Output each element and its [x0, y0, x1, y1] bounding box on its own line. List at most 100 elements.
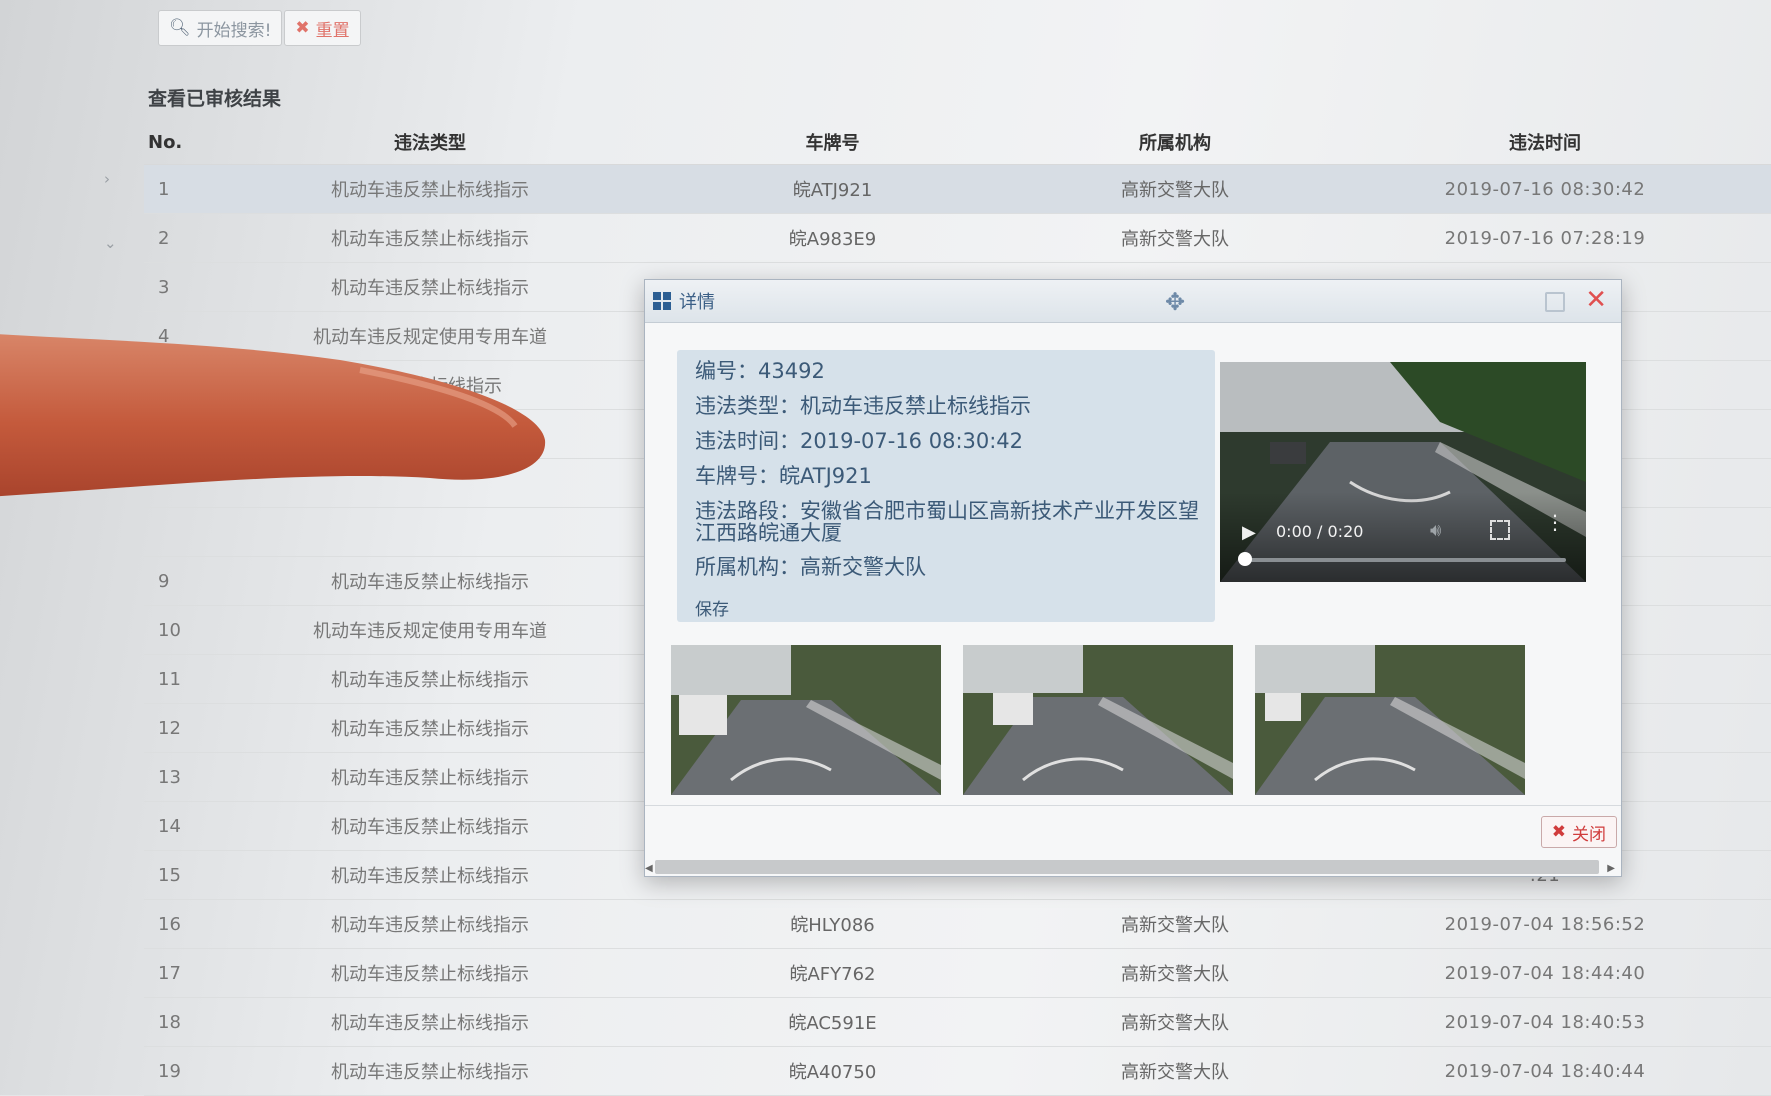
table-row[interactable]: 16 机动车违反禁止标线指示 皖HLY086 高新交警大队 2019-07-04 18:…: [144, 900, 1771, 949]
cell-org: 高新交警大队: [1121, 1062, 1229, 1083]
cell-type: 机动车违反禁止标线指示: [331, 1013, 529, 1034]
fullscreen-icon[interactable]: [1490, 520, 1510, 540]
scroll-right-icon[interactable]: ▶: [1607, 863, 1615, 874]
play-icon[interactable]: ▶: [1242, 522, 1256, 543]
cell-time: 2019-07-16 08:30:42: [1444, 178, 1646, 200]
cell-no: 19: [158, 1060, 181, 1082]
cell-no: 12: [158, 717, 181, 739]
cell-type: 机动车违反禁止标线指示: [331, 180, 529, 201]
cell-org: 高新交警大队: [1121, 1013, 1229, 1034]
close-button-label: 关闭: [1572, 824, 1606, 845]
cell-type: 机动车违反禁止标线指示: [331, 719, 529, 740]
info-plate: 车牌号：皖ATJ921: [695, 464, 872, 488]
table-row[interactable]: 18 机动车违反禁止标线指示 皖AC591E 高新交警大队 2019-07-04 18:…: [144, 998, 1771, 1047]
cell-type: 机动车违反禁止标线指示: [331, 768, 529, 789]
chevron-down-icon[interactable]: ⌄: [104, 234, 117, 252]
more-icon[interactable]: ⋮: [1545, 512, 1565, 532]
dialog-title: 详情: [645, 288, 715, 314]
maximize-icon[interactable]: [1545, 292, 1565, 312]
search-button[interactable]: 🔍︎ 开始搜索!: [158, 10, 283, 46]
reset-icon: ✖: [295, 18, 310, 38]
header-plate[interactable]: 车牌号: [650, 129, 1015, 155]
cell-plate: 皖A983E9: [788, 229, 877, 250]
cell-no: 9: [158, 570, 170, 592]
cell-plate: 皖A40750: [788, 1062, 877, 1083]
cell-plate: 皖ATJ921: [792, 180, 873, 201]
cell-no: 10: [158, 619, 181, 641]
cell-time: 2019-07-04 18:40:44: [1444, 1060, 1646, 1082]
reset-button[interactable]: ✖ 重置: [284, 10, 361, 46]
tree-toggle-marks: › ⌄: [104, 170, 117, 252]
table-row[interactable]: 2 机动车违反禁止标线指示 皖A983E9 高新交警大队 2019-07-16 07:2…: [144, 214, 1771, 263]
header-type[interactable]: 违法类型: [210, 129, 650, 155]
video-time: 0:00 / 0:20: [1276, 522, 1364, 541]
cell-type: 机动车违反规定使用专用车道: [313, 621, 547, 642]
violation-info-panel: 编号：43492 违法类型：机动车违反禁止标线指示 违法时间：2019-07-1…: [677, 350, 1215, 622]
toolbar: 🔍︎ 开始搜索! ✖ 重置: [158, 10, 361, 46]
video-controls: [1220, 492, 1586, 582]
table-header: No. 违法类型 车牌号 所属机构 违法时间: [144, 120, 1771, 165]
chevron-right-icon[interactable]: ›: [104, 170, 117, 188]
evidence-photo-1[interactable]: [671, 645, 941, 795]
cell-no: 11: [158, 668, 181, 690]
cell-plate: 皖AFY762: [789, 964, 876, 985]
cell-time: 2019-07-04 18:44:40: [1444, 962, 1646, 984]
cell-no: 14: [158, 815, 181, 837]
header-no[interactable]: No.: [144, 132, 210, 153]
reset-button-label: 重置: [315, 20, 350, 41]
dialog-header[interactable]: 详情 ✥ ✕: [645, 280, 1621, 323]
close-button-icon: ✖: [1551, 822, 1566, 842]
detail-dialog: 详情 ✥ ✕ 编号：43492 违法类型：机动车违反禁止标线指示 违法时间：20…: [644, 279, 1622, 877]
cell-type: 机动车违反禁止标线指示: [331, 915, 529, 936]
cell-no: 4: [158, 325, 170, 347]
seek-bar[interactable]: [1242, 558, 1566, 562]
cell-no: 3: [158, 276, 170, 298]
move-icon[interactable]: ✥: [1165, 288, 1185, 316]
table-row[interactable]: 1 机动车违反禁止标线指示 皖ATJ921 高新交警大队 2019-07-16 08:3…: [144, 165, 1771, 214]
dialog-footer: ✖ 关闭 ◀ ▶: [645, 805, 1621, 876]
cell-time: 2019-07-04 18:40:53: [1444, 1011, 1646, 1033]
info-org: 所属机构：高新交警大队: [695, 555, 926, 579]
cell-no: 2: [158, 227, 170, 249]
cell-plate: 皖HLY086: [790, 915, 875, 936]
save-link[interactable]: 保存: [677, 595, 1215, 620]
grid-icon: [653, 292, 671, 310]
search-icon: 🔍︎: [169, 18, 191, 38]
horizontal-scrollbar[interactable]: [655, 860, 1599, 874]
close-button[interactable]: ✖ 关闭: [1540, 816, 1617, 848]
cell-no: 16: [158, 913, 181, 935]
seek-handle[interactable]: [1238, 552, 1252, 566]
cell-type: 机动车违反禁止标线指示: [331, 278, 529, 299]
volume-icon[interactable]: 🔊︎: [1430, 520, 1441, 541]
cell-no: 1: [158, 178, 170, 200]
cell-type: 机动车违反禁止标线指示: [331, 670, 529, 691]
search-button-label: 开始搜索!: [196, 20, 272, 41]
table-row[interactable]: 19 机动车违反禁止标线指示 皖A40750 高新交警大队 2019-07-04 18:…: [144, 1047, 1771, 1096]
cell-time: 2019-07-16 07:28:19: [1444, 227, 1646, 249]
info-time: 违法时间：2019-07-16 08:30:42: [695, 429, 1024, 453]
info-road: 违法路段：安徽省合肥市蜀山区高新技术产业开发区望江西路皖通大厦: [695, 499, 1199, 545]
evidence-photo-2[interactable]: [963, 645, 1233, 795]
cell-no: 13: [158, 766, 181, 788]
cell-type: 违反禁止标线指示: [358, 376, 502, 397]
info-type: 违法类型：机动车违反禁止标线指示: [695, 394, 1031, 418]
evidence-photo-3[interactable]: [1255, 645, 1525, 795]
violation-video-player[interactable]: ▶ 0:00 / 0:20 🔊︎ ⋮: [1220, 362, 1586, 582]
cell-plate: 皖AC591E: [788, 1013, 877, 1034]
cell-type: 机动车违反禁止标线指示: [331, 572, 529, 593]
table-row[interactable]: 17 机动车违反禁止标线指示 皖AFY762 高新交警大队 2019-07-04 18:…: [144, 949, 1771, 998]
cell-no: 18: [158, 1011, 181, 1033]
header-org[interactable]: 所属机构: [1015, 129, 1335, 155]
cell-type: 机动车违反禁止标线指示: [331, 1062, 529, 1083]
scroll-left-icon[interactable]: ◀: [645, 863, 653, 874]
cell-no: 17: [158, 962, 181, 984]
cell-type: 机动车违反禁止标线指示: [331, 964, 529, 985]
cell-type: 机动车违反禁止标线指示: [331, 229, 529, 250]
cell-no: 15: [158, 864, 181, 886]
info-number: 编号：43492: [695, 359, 825, 383]
dialog-title-text: 详情: [679, 292, 715, 313]
close-icon[interactable]: ✕: [1585, 285, 1607, 315]
cell-time: 2019-07-04 18:56:52: [1444, 913, 1646, 935]
header-time[interactable]: 违法时间: [1335, 129, 1755, 155]
cell-type: 机动车违反规定使用专用车道: [313, 327, 547, 348]
